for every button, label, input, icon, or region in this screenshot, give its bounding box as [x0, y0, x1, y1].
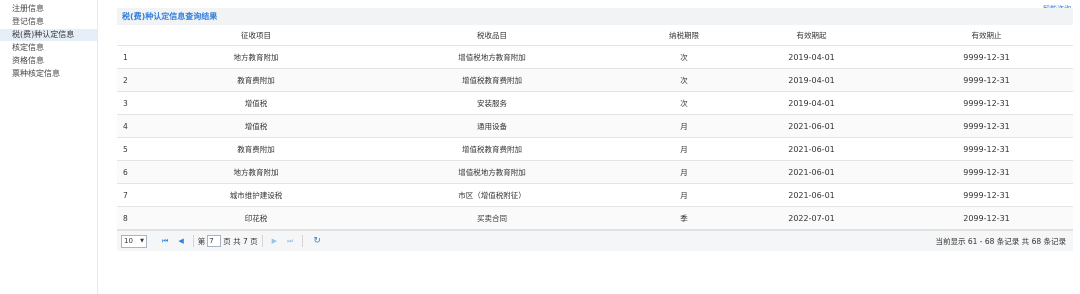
pagination-bar: 10 ▼ ⏮ ◀ 第 7 页 共 7 页 ▶ ⏭ ↻ 当前显示 61 - 68 …: [117, 230, 1073, 251]
next-page-icon[interactable]: ▶: [272, 237, 277, 245]
pager-summary: 当前显示 61 - 68 条记录 共 68 条记录: [935, 236, 1066, 246]
page-size-value: 10: [124, 236, 133, 245]
table-body: 1 地方教育附加 增值税地方教育附加次 2019-04-01 9999-12-31 2 教育…: [117, 45, 1073, 230]
table-cell: 地方教育附加: [173, 45, 339, 69]
table-cell: 次: [645, 45, 723, 69]
page-prefix: 第: [197, 236, 206, 246]
table-cell: 月: [645, 114, 723, 138]
table-cell: 5: [117, 137, 173, 161]
table-cell: 次: [645, 68, 723, 92]
sidebar-item[interactable]: 登记信息: [0, 16, 97, 29]
table-cell: 2: [117, 68, 173, 92]
table-cell: 买卖合同: [339, 206, 645, 230]
table-cell: 8: [117, 206, 173, 230]
table-cell: 月: [645, 137, 723, 161]
table-cell: 4: [117, 114, 173, 138]
sidebar-list: 注册信息 登记信息 税(费)种认定信息 核定信息 资格信息 票种核定信息: [0, 0, 97, 80]
table-cell: 9999-12-31: [900, 45, 1073, 69]
page-number-input[interactable]: 7: [207, 235, 222, 247]
panel-title: 税(费)种认定信息查询结果: [117, 8, 1073, 25]
pager-divider: [261, 235, 263, 247]
sidebar-item[interactable]: 注册信息: [0, 3, 97, 16]
table-cell: 9999-12-31: [900, 114, 1073, 138]
page-size-select[interactable]: 10 ▼: [121, 234, 147, 248]
table-cell: 增值税: [173, 91, 339, 115]
table-cell: 增值税教育费附加: [339, 137, 645, 161]
table-cell: 地方教育附加: [173, 160, 339, 184]
table-cell: 季: [645, 206, 723, 230]
table-cell: 安装服务: [339, 91, 645, 115]
table-cell: 增值税地方教育附加: [339, 45, 645, 69]
sidebar-item[interactable]: 核定信息: [0, 42, 97, 55]
table-cell: 增值税: [173, 114, 339, 138]
first-page-icon[interactable]: ⏮: [162, 237, 168, 246]
table-cell: 增值税教育费附加: [339, 68, 645, 92]
table-cell: 9999-12-31: [900, 137, 1073, 161]
table-row[interactable]: 4 增值税 通用设备月 2021-06-01 9999-12-31: [117, 114, 1073, 138]
column-header: 征收项目: [173, 25, 339, 46]
sidebar: 注册信息 登记信息 税(费)种认定信息 核定信息 资格信息 票种核定信息: [0, 0, 98, 294]
sidebar-item[interactable]: 资格信息: [0, 55, 97, 68]
table-cell: 次: [645, 91, 723, 115]
table-cell: 9999-12-31: [900, 160, 1073, 184]
table-cell: 2021-06-01: [723, 114, 900, 138]
table-cell: 2019-04-01: [723, 45, 900, 69]
chevron-down-icon: ▼: [140, 237, 144, 244]
table-cell: 城市维护建设税: [173, 183, 339, 207]
pager-divider: [192, 235, 194, 247]
table-cell: 2019-04-01: [723, 91, 900, 115]
table-row[interactable]: 3 增值税 安装服务次 2019-04-01 9999-12-31: [117, 91, 1073, 115]
table-cell: 月: [645, 160, 723, 184]
page-suffix: 页 共 7 页: [223, 236, 258, 246]
column-header: 有效期止: [900, 25, 1073, 46]
table-cell: 2019-04-01: [723, 68, 900, 92]
table-cell: 9999-12-31: [900, 183, 1073, 207]
table-cell: 2022-07-01: [723, 206, 900, 230]
sidebar-item[interactable]: 票种核定信息: [0, 68, 97, 81]
table-cell: 教育费附加: [173, 68, 339, 92]
table-cell: 教育费附加: [173, 137, 339, 161]
table-cell: 1: [117, 45, 173, 69]
table-row[interactable]: 6 地方教育附加 增值税地方教育附加月 2021-06-01 9999-12-31: [117, 160, 1073, 184]
pager-divider: [302, 235, 304, 247]
table-cell: 2099-12-31: [900, 206, 1073, 230]
table-cell: 9999-12-31: [900, 91, 1073, 115]
table-row[interactable]: 2 教育费附加 增值税教育费附加次 2019-04-01 9999-12-31: [117, 68, 1073, 92]
prev-page-icon[interactable]: ◀: [178, 237, 183, 245]
table-cell: 月: [645, 183, 723, 207]
table-cell: 6: [117, 160, 173, 184]
column-header: 纳税期限: [645, 25, 723, 46]
table-cell: 2021-06-01: [723, 137, 900, 161]
table-cell: 9999-12-31: [900, 68, 1073, 92]
table-row[interactable]: 1 地方教育附加 增值税地方教育附加次 2019-04-01 9999-12-31: [117, 45, 1073, 69]
table-row[interactable]: 8 印花税 买卖合同季 2022-07-01 2099-12-31: [117, 206, 1073, 230]
table-row[interactable]: 7 城市维护建设税 市区（增值税附征）月 2021-06-01 9999-12-31: [117, 183, 1073, 207]
table-cell: 2021-06-01: [723, 160, 900, 184]
table-cell: 增值税地方教育附加: [339, 160, 645, 184]
column-header: 有效期起: [723, 25, 900, 46]
table-cell: 印花税: [173, 206, 339, 230]
column-header: [117, 25, 173, 46]
last-page-icon[interactable]: ⏭: [287, 237, 293, 246]
column-header: 税收品目: [339, 25, 645, 46]
table-cell: 通用设备: [339, 114, 645, 138]
result-table: 征收项目 税收品目 纳税期限 有效期起 有效期止 1 地方教育附加 增值税地方教育附加次 20…: [117, 25, 1073, 230]
table-cell: 2021-06-01: [723, 183, 900, 207]
table-row[interactable]: 5 教育费附加 增值税教育费附加月 2021-06-01 9999-12-31: [117, 137, 1073, 161]
table-cell: 3: [117, 91, 173, 115]
table-cell: 市区（增值税附征）: [339, 183, 645, 207]
table-header-row: 征收项目 税收品目 纳税期限 有效期起 有效期止: [117, 25, 1073, 46]
refresh-icon[interactable]: ↻: [313, 236, 321, 246]
sidebar-item[interactable]: 税(费)种认定信息: [0, 28, 97, 41]
result-panel: 税(费)种认定信息查询结果 征收项目 税收品目 纳税期限 有效期起 有效期止 1 地方教育…: [117, 8, 1073, 251]
table-cell: 7: [117, 183, 173, 207]
